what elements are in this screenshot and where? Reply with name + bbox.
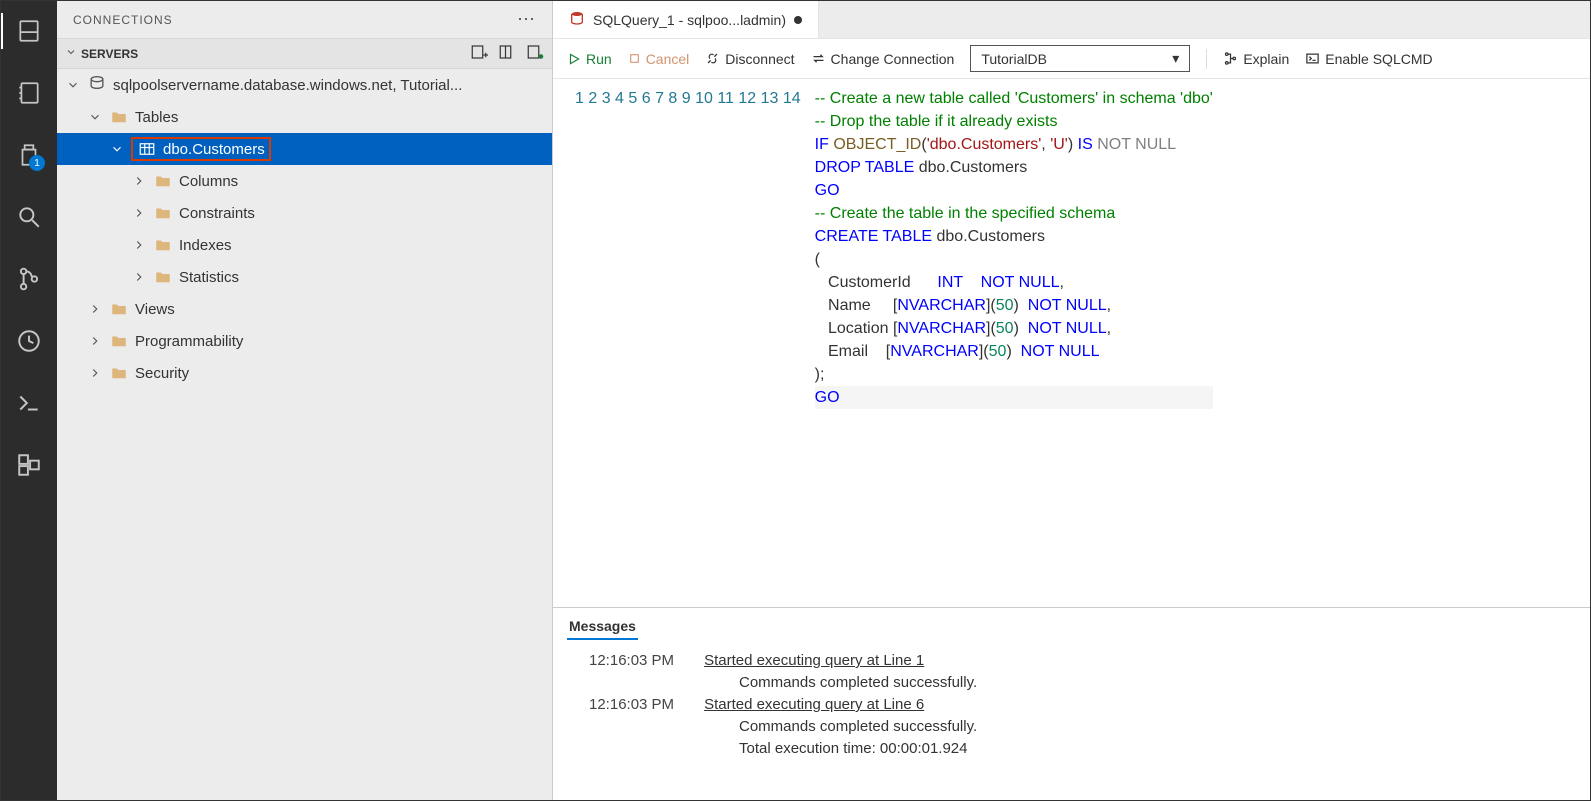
enable-sqlcmd-button[interactable]: Enable SQLCMD bbox=[1305, 51, 1432, 67]
disconnect-button[interactable]: Disconnect bbox=[705, 51, 794, 67]
chevron-down-icon bbox=[87, 110, 103, 124]
messages-tab[interactable]: Messages bbox=[567, 614, 638, 640]
database-selected-label: TutorialDB bbox=[981, 51, 1047, 67]
folder-icon bbox=[109, 108, 129, 126]
query-toolbar: Run Cancel Disconnect Change Connection … bbox=[553, 39, 1590, 79]
security-node[interactable]: Security bbox=[57, 357, 552, 389]
message-time: 12:16:03 PM bbox=[589, 694, 674, 716]
chevron-right-icon bbox=[87, 366, 103, 380]
table-icon bbox=[137, 140, 157, 158]
chevron-right-icon bbox=[131, 206, 147, 220]
chevron-right-icon bbox=[87, 302, 103, 316]
panel-title-text: CONNECTIONS bbox=[73, 13, 173, 27]
constraints-node[interactable]: Constraints bbox=[57, 197, 552, 229]
panel-title: CONNECTIONS ⋯ bbox=[57, 1, 552, 38]
new-group-icon[interactable] bbox=[498, 43, 516, 64]
activity-explorer-icon[interactable]: 1 bbox=[11, 137, 47, 173]
customers-label: dbo.Customers bbox=[163, 141, 265, 158]
activity-search-icon[interactable] bbox=[11, 199, 47, 235]
chevron-right-icon bbox=[87, 334, 103, 348]
security-label: Security bbox=[135, 365, 189, 382]
code-editor[interactable]: 1 2 3 4 5 6 7 8 9 10 11 12 13 14 -- Crea… bbox=[553, 79, 1590, 607]
server-icon bbox=[87, 75, 107, 95]
folder-icon bbox=[153, 172, 173, 190]
indexes-node[interactable]: Indexes bbox=[57, 229, 552, 261]
new-connection-icon[interactable] bbox=[470, 43, 488, 64]
message-text: Commands completed successfully. bbox=[739, 672, 1570, 694]
messages-panel: Messages 12:16:03 PM Started executing q… bbox=[553, 607, 1590, 800]
programmability-node[interactable]: Programmability bbox=[57, 325, 552, 357]
message-text: Commands completed successfully. bbox=[739, 716, 1570, 738]
highlight-box: dbo.Customers bbox=[131, 137, 271, 161]
constraints-label: Constraints bbox=[179, 205, 255, 222]
message-text[interactable]: Started executing query at Line 6 bbox=[704, 694, 924, 716]
activity-terminal-icon[interactable] bbox=[11, 385, 47, 421]
chevron-right-icon bbox=[131, 270, 147, 284]
activity-servers-icon[interactable] bbox=[11, 13, 47, 49]
servers-section-header[interactable]: SERVERS bbox=[57, 38, 552, 69]
panel-more-icon[interactable]: ⋯ bbox=[517, 9, 536, 30]
tab-sqlquery1[interactable]: SQLQuery_1 - sqlpoo...ladmin) bbox=[553, 1, 819, 38]
folder-icon bbox=[153, 204, 173, 222]
programmability-label: Programmability bbox=[135, 333, 243, 350]
change-connection-label: Change Connection bbox=[831, 51, 955, 67]
enable-sqlcmd-label: Enable SQLCMD bbox=[1325, 51, 1432, 67]
chevron-down-icon: ▾ bbox=[1172, 50, 1179, 67]
object-explorer-tree: sqlpoolservername.database.windows.net, … bbox=[57, 69, 552, 800]
chevron-down-icon bbox=[65, 46, 77, 61]
statistics-node[interactable]: Statistics bbox=[57, 261, 552, 293]
tab-label: SQLQuery_1 - sqlpoo...ladmin) bbox=[593, 12, 786, 28]
folder-icon bbox=[153, 236, 173, 254]
columns-label: Columns bbox=[179, 173, 238, 190]
cancel-label: Cancel bbox=[646, 51, 690, 67]
views-node[interactable]: Views bbox=[57, 293, 552, 325]
editor-tabs: SQLQuery_1 - sqlpoo...ladmin) bbox=[553, 1, 1590, 39]
tables-label: Tables bbox=[135, 109, 178, 126]
explorer-badge: 1 bbox=[29, 155, 45, 171]
activity-notebook-icon[interactable] bbox=[11, 75, 47, 111]
toolbar-divider bbox=[1206, 49, 1207, 69]
activity-bar: 1 bbox=[1, 1, 57, 800]
servers-section-label: SERVERS bbox=[81, 47, 138, 61]
line-gutter: 1 2 3 4 5 6 7 8 9 10 11 12 13 14 bbox=[553, 79, 815, 607]
explain-label: Explain bbox=[1243, 51, 1289, 67]
messages-body: 12:16:03 PM Started executing query at L… bbox=[553, 640, 1590, 800]
chevron-right-icon bbox=[131, 174, 147, 188]
cancel-button[interactable]: Cancel bbox=[628, 51, 690, 67]
activity-source-control-icon[interactable] bbox=[11, 261, 47, 297]
folder-icon bbox=[109, 332, 129, 350]
change-connection-button[interactable]: Change Connection bbox=[811, 51, 955, 67]
code-content[interactable]: -- Create a new table called 'Customers'… bbox=[815, 79, 1213, 607]
views-label: Views bbox=[135, 301, 175, 318]
server-label: sqlpoolservername.database.windows.net, … bbox=[113, 77, 462, 94]
database-script-icon bbox=[569, 10, 585, 29]
message-text: Total execution time: 00:00:01.924 bbox=[739, 738, 1570, 760]
tables-node[interactable]: Tables bbox=[57, 101, 552, 133]
chevron-right-icon bbox=[131, 238, 147, 252]
explain-button[interactable]: Explain bbox=[1223, 51, 1289, 67]
run-label: Run bbox=[586, 51, 612, 67]
chevron-down-icon bbox=[109, 142, 125, 156]
connections-panel: CONNECTIONS ⋯ SERVERS sqlpoolservername.… bbox=[57, 1, 553, 800]
server-node[interactable]: sqlpoolservername.database.windows.net, … bbox=[57, 69, 552, 101]
folder-icon bbox=[153, 268, 173, 286]
customers-table-node[interactable]: dbo.Customers bbox=[57, 133, 552, 165]
folder-icon bbox=[109, 300, 129, 318]
chevron-down-icon bbox=[65, 78, 81, 92]
indexes-label: Indexes bbox=[179, 237, 232, 254]
activity-extensions-icon[interactable] bbox=[11, 447, 47, 483]
dirty-indicator-icon bbox=[794, 16, 802, 24]
run-button[interactable]: Run bbox=[567, 51, 612, 67]
editor-area: SQLQuery_1 - sqlpoo...ladmin) Run Cancel… bbox=[553, 1, 1590, 800]
database-selector[interactable]: TutorialDB ▾ bbox=[970, 45, 1190, 72]
disconnect-label: Disconnect bbox=[725, 51, 794, 67]
activity-history-icon[interactable] bbox=[11, 323, 47, 359]
message-text[interactable]: Started executing query at Line 1 bbox=[704, 650, 924, 672]
new-query-icon[interactable] bbox=[526, 43, 544, 64]
folder-icon bbox=[109, 364, 129, 382]
message-time: 12:16:03 PM bbox=[589, 650, 674, 672]
statistics-label: Statistics bbox=[179, 269, 239, 286]
columns-node[interactable]: Columns bbox=[57, 165, 552, 197]
